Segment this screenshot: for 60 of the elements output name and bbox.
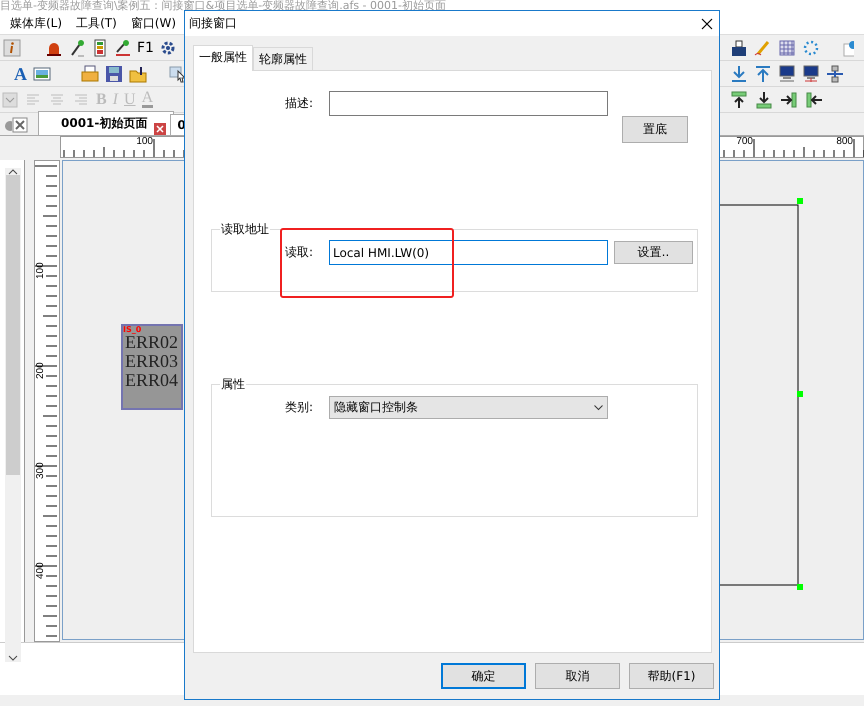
group-legend: 读取地址 — [220, 221, 270, 238]
object-tag: IS_0 — [123, 326, 142, 334]
menu-item[interactable]: 媒体库(L) — [2, 14, 68, 32]
resize-handle[interactable] — [797, 391, 803, 397]
settings-button[interactable]: 设置.. — [614, 241, 693, 264]
folder-icon[interactable] — [129, 64, 147, 82]
network-icon[interactable] — [826, 64, 844, 82]
monitor-icon[interactable] — [802, 64, 820, 82]
dialog-button[interactable]: 取消 — [535, 663, 620, 689]
menu-item[interactable]: 窗口(W) — [122, 14, 182, 32]
align-left-edge-icon[interactable] — [805, 90, 823, 108]
ruler-label: 200 — [35, 361, 46, 379]
scroll-down-icon[interactable] — [8, 654, 18, 662]
align-top-icon[interactable] — [730, 90, 748, 108]
download-icon[interactable] — [730, 64, 748, 82]
category-dropdown[interactable]: 隐藏窗口控制条 — [329, 396, 608, 419]
ruler-label: 700 — [735, 136, 753, 147]
dotted-circle-icon[interactable] — [802, 38, 820, 56]
align-right-edge-icon[interactable] — [780, 90, 798, 108]
grid-icon[interactable] — [778, 38, 796, 56]
field-label: 类别: — [284, 399, 314, 416]
resize-handle[interactable] — [797, 584, 803, 590]
send-to-back-button[interactable]: 置底 — [622, 116, 688, 143]
text-object[interactable]: IS_0 ERR02 ERR03 ERR04 — [121, 324, 183, 410]
caret-icon — [594, 404, 603, 410]
scroll-up-icon[interactable] — [8, 168, 18, 176]
pen-icon[interactable] — [114, 38, 132, 56]
function-key-button[interactable]: F1 — [137, 38, 154, 56]
canvas-text: ERR04 — [124, 371, 178, 390]
dialog-tab[interactable]: 一般属性 — [193, 45, 253, 71]
gear-icon[interactable] — [158, 38, 177, 56]
field-label: 描述: — [284, 95, 314, 112]
group-legend: 属性 — [220, 376, 246, 393]
image-icon[interactable] — [33, 64, 51, 82]
close-icon[interactable] — [701, 18, 713, 30]
document-tab[interactable]: 0001-初始页面 — [38, 111, 174, 135]
align-bottom-icon[interactable] — [755, 90, 773, 108]
description-field[interactable] — [329, 91, 608, 116]
dialog-title: 间接窗口 — [189, 15, 237, 32]
canvas-text: ERR03 — [124, 352, 178, 371]
font-button[interactable]: A — [14, 64, 27, 82]
printer-icon[interactable] — [730, 38, 748, 56]
dialog-button[interactable]: 帮助(F1) — [629, 663, 714, 689]
printer-icon[interactable] — [81, 64, 99, 82]
canvas-text: ERR02 — [125, 333, 178, 352]
monitor-icon[interactable] — [778, 64, 796, 82]
ruler-label: 800 — [835, 136, 853, 147]
ruler-label: 300 — [35, 461, 46, 479]
field-label: 读取: — [284, 244, 314, 261]
save-icon[interactable] — [105, 64, 123, 82]
info-icon[interactable] — [3, 38, 21, 56]
address-field[interactable]: Local HMI.LW(0) — [329, 240, 608, 265]
resize-handle[interactable] — [797, 198, 803, 204]
dialog-button[interactable]: 确定 — [441, 663, 526, 689]
map-pin-icon[interactable] — [842, 38, 854, 56]
scrollbar[interactable] — [5, 168, 21, 662]
dialog-tab[interactable]: 轮廓属性 — [253, 47, 313, 70]
ruler-label: 100 — [135, 136, 153, 147]
upload-icon[interactable] — [754, 64, 772, 82]
menu-item[interactable]: 工具(T) — [68, 14, 123, 32]
